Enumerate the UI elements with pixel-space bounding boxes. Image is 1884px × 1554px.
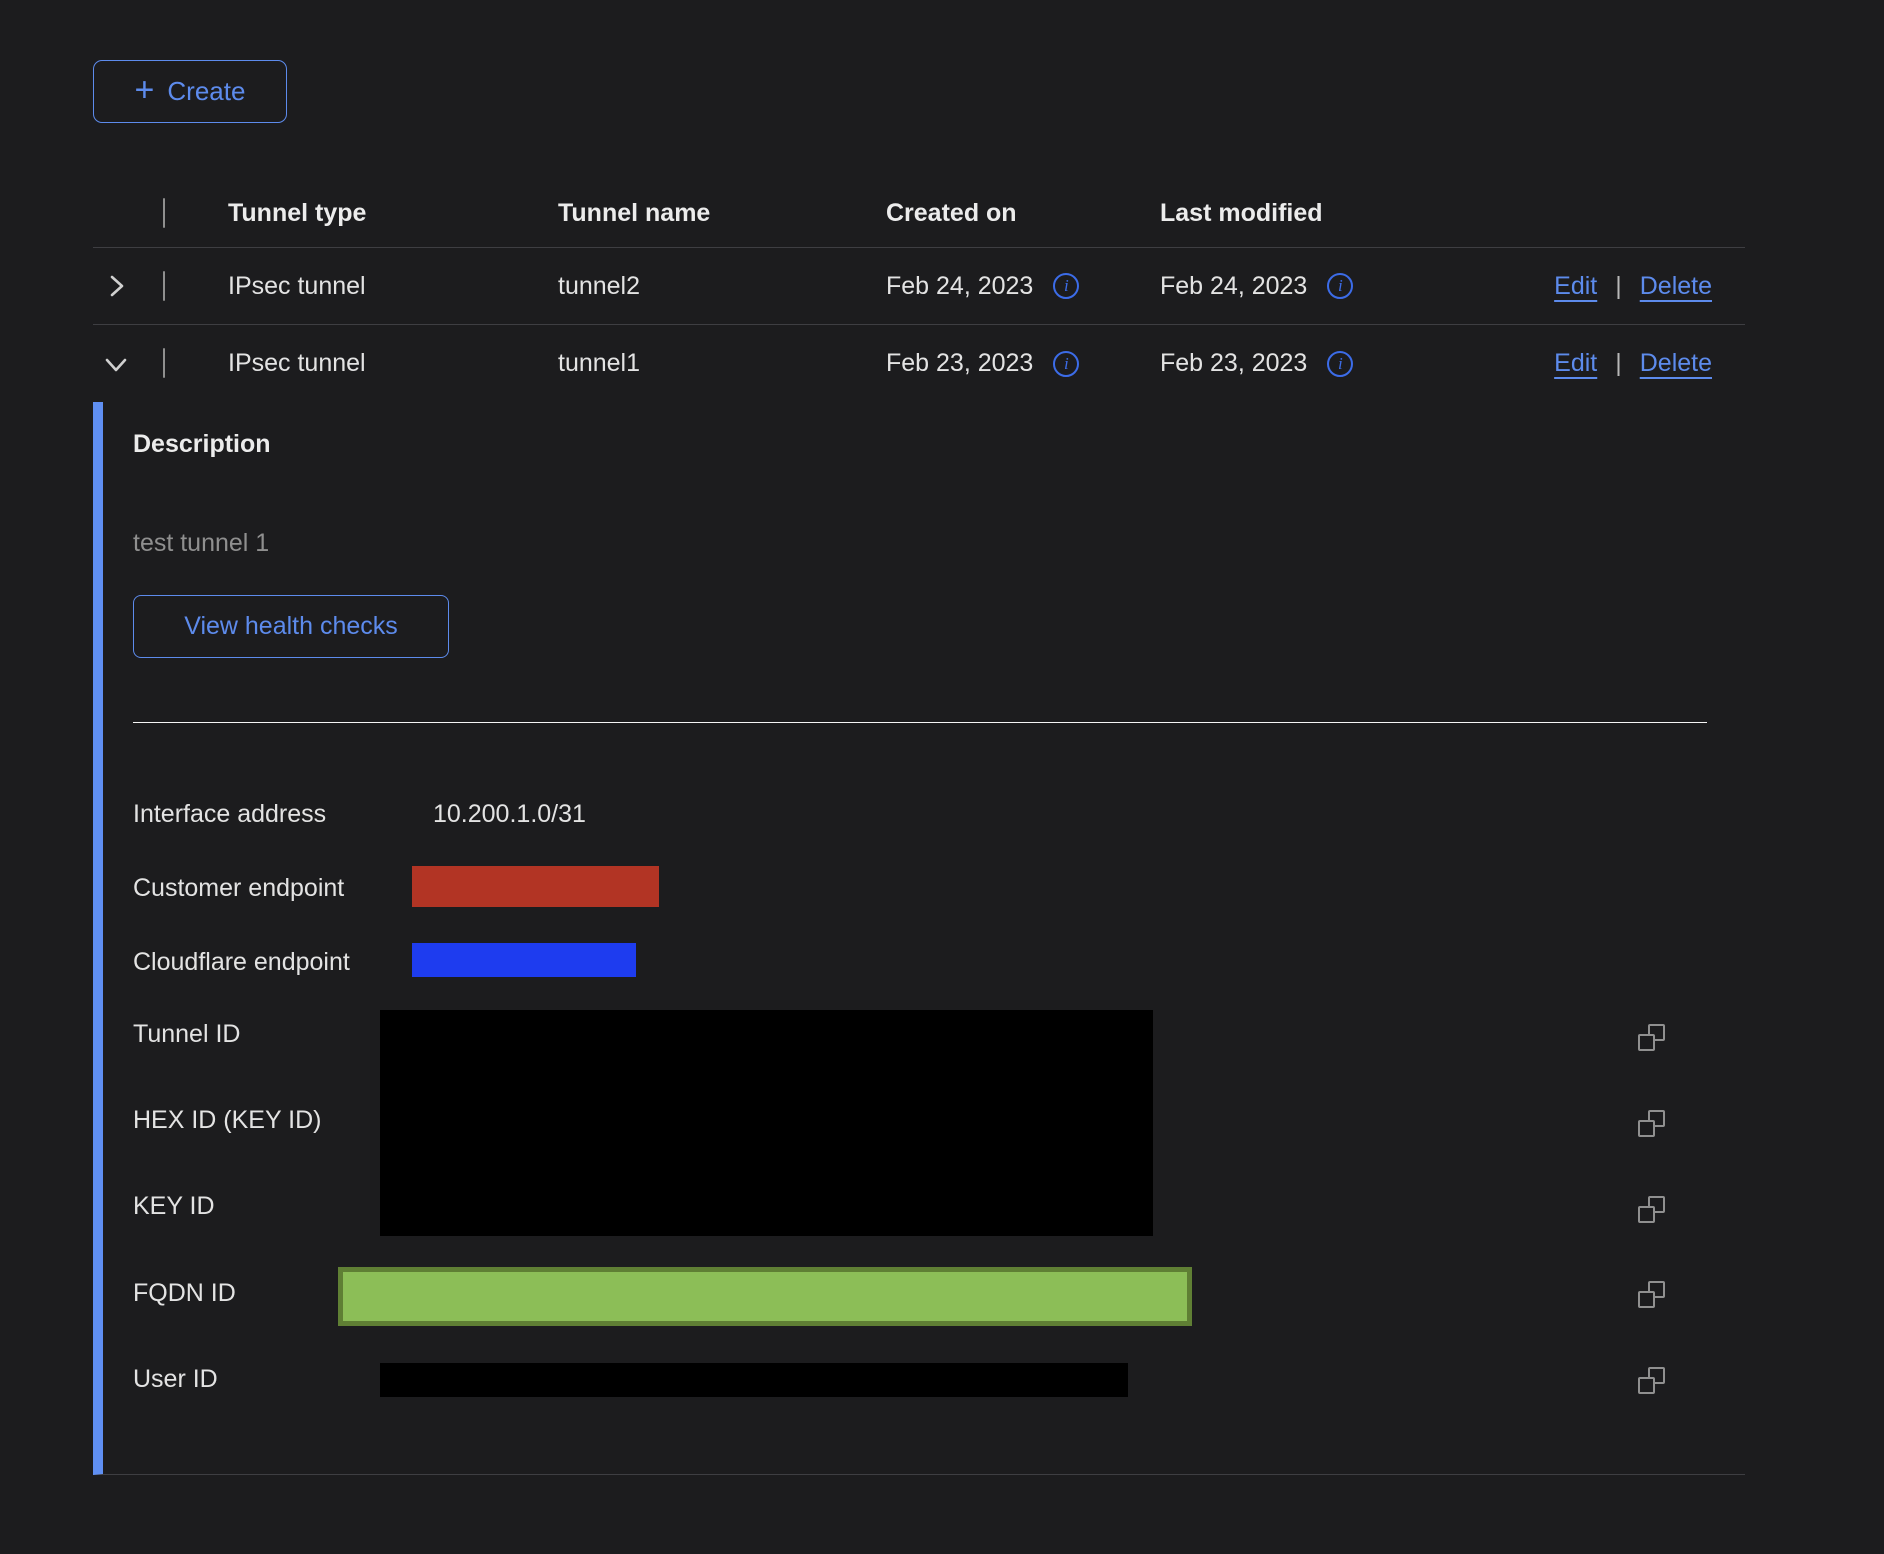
user-id-redacted-value [380, 1363, 1128, 1397]
table-row: IPsec tunnel tunnel2 Feb 24, 2023 i Feb … [93, 248, 1745, 325]
tunnels-table: Tunnel type Tunnel name Created on Last … [93, 180, 1745, 402]
info-icon[interactable]: i [1327, 273, 1353, 299]
user-id-label: User ID [133, 1365, 218, 1394]
hex-id-label: HEX ID (KEY ID) [133, 1106, 321, 1135]
info-icon[interactable]: i [1053, 273, 1079, 299]
tunnel-type-cell: IPsec tunnel [228, 349, 558, 378]
tunnel-detail-panel: Description test tunnel 1 View health ch… [93, 402, 1745, 1475]
cloudflare-endpoint-label: Cloudflare endpoint [133, 948, 350, 977]
view-health-checks-button[interactable]: View health checks [133, 595, 449, 658]
info-icon[interactable]: i [1327, 351, 1353, 377]
table-header-row: Tunnel type Tunnel name Created on Last … [93, 180, 1745, 248]
copy-icon-front-square [1638, 1377, 1655, 1394]
row-checkbox[interactable] [163, 271, 165, 301]
header-last-modified: Last modified [1160, 199, 1460, 228]
chevron-down-icon [103, 351, 129, 377]
plus-icon: + [135, 73, 155, 107]
create-button[interactable]: + Create [93, 60, 287, 123]
create-button-label: Create [167, 76, 245, 107]
row-checkbox[interactable] [163, 348, 165, 378]
copy-icon-front-square [1638, 1034, 1655, 1051]
header-created-on: Created on [886, 199, 1160, 228]
customer-endpoint-label: Customer endpoint [133, 874, 344, 903]
action-separator: | [1615, 349, 1622, 378]
customer-endpoint-redacted-value [412, 866, 659, 907]
created-on-cell: Feb 24, 2023 [886, 272, 1033, 301]
section-divider [133, 722, 1707, 723]
last-modified-cell: Feb 24, 2023 [1160, 272, 1307, 301]
description-value: test tunnel 1 [133, 529, 269, 558]
description-heading: Description [133, 430, 271, 459]
interface-address-value: 10.200.1.0/31 [433, 800, 586, 829]
info-icon[interactable]: i [1053, 351, 1079, 377]
tunnels-page: + Create Tunnel type Tunnel name Created… [0, 0, 1884, 1554]
header-tunnel-type: Tunnel type [228, 199, 558, 228]
copy-icon[interactable] [1638, 1196, 1665, 1223]
copy-icon-front-square [1638, 1206, 1655, 1223]
header-tunnel-name: Tunnel name [558, 199, 886, 228]
created-on-cell: Feb 23, 2023 [886, 349, 1033, 378]
ids-redacted-block [380, 1010, 1153, 1236]
tunnel-name-cell: tunnel1 [558, 349, 886, 378]
tunnel-type-cell: IPsec tunnel [228, 272, 558, 301]
edit-link[interactable]: Edit [1554, 349, 1597, 378]
expand-row-button[interactable] [93, 273, 163, 299]
fqdn-id-label: FQDN ID [133, 1279, 236, 1308]
tunnel-id-label: Tunnel ID [133, 1020, 240, 1049]
delete-link[interactable]: Delete [1640, 272, 1712, 301]
copy-icon[interactable] [1638, 1024, 1665, 1051]
interface-address-label: Interface address [133, 800, 326, 829]
copy-icon-front-square [1638, 1291, 1655, 1308]
tunnel-name-cell: tunnel2 [558, 272, 886, 301]
last-modified-cell: Feb 23, 2023 [1160, 349, 1307, 378]
cloudflare-endpoint-redacted-value [412, 943, 636, 977]
chevron-right-icon [103, 273, 129, 299]
fqdn-id-redacted-value [338, 1267, 1192, 1326]
copy-icon-front-square [1638, 1120, 1655, 1137]
delete-link[interactable]: Delete [1640, 349, 1712, 378]
edit-link[interactable]: Edit [1554, 272, 1597, 301]
action-separator: | [1615, 272, 1622, 301]
copy-icon[interactable] [1638, 1367, 1665, 1394]
key-id-label: KEY ID [133, 1192, 215, 1221]
table-row: IPsec tunnel tunnel1 Feb 23, 2023 i Feb … [93, 325, 1745, 402]
select-all-checkbox[interactable] [163, 198, 165, 228]
copy-icon[interactable] [1638, 1110, 1665, 1137]
collapse-row-button[interactable] [93, 351, 163, 377]
copy-icon[interactable] [1638, 1281, 1665, 1308]
